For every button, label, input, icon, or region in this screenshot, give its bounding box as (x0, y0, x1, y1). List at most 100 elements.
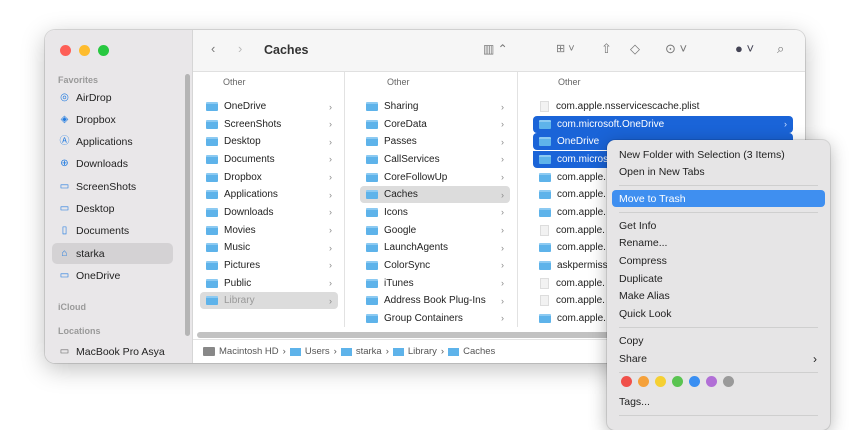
sidebar-item-desktop[interactable]: ▭ Desktop (52, 199, 173, 220)
folder-icon (448, 347, 460, 356)
back-button[interactable]: ‹ (211, 41, 215, 56)
favorites-header: Favorites (58, 75, 99, 85)
chevron-right-icon: › (329, 260, 332, 271)
chevron-right-icon: › (501, 189, 504, 200)
list-item[interactable]: ScreenShots › (200, 116, 338, 133)
folder-icon (366, 190, 378, 200)
menu-item-duplicate[interactable]: Duplicate (612, 270, 825, 287)
minimize-button[interactable] (79, 45, 90, 56)
laptop-icon: ▭ (59, 345, 70, 357)
sidebar-item-macbook[interactable]: ▭ MacBook Pro Asya (52, 341, 173, 362)
path-item[interactable]: Macintosh HD (219, 346, 279, 357)
sidebar-item-screenshots[interactable]: ▭ ScreenShots (52, 176, 173, 197)
chevron-right-icon: › (501, 154, 504, 165)
list-item[interactable]: Dropbox › (200, 169, 338, 186)
tag-color-dot[interactable] (723, 376, 734, 387)
list-item[interactable]: ColorSync › (360, 257, 510, 274)
tag-icon[interactable]: ◇ (630, 41, 640, 57)
list-item[interactable]: com.microsoft.OneDrive › (533, 115, 793, 133)
chevron-right-icon: › (329, 189, 332, 200)
account-icon[interactable]: ● ˅ (735, 41, 754, 56)
menu-item-move-to-trash[interactable]: Move to Trash (612, 190, 825, 208)
menu-item-get-info[interactable]: Get Info (612, 217, 825, 234)
file-icon (540, 101, 549, 112)
menu-item-copy[interactable]: Copy (612, 332, 825, 349)
sidebar-item-documents[interactable]: ▯ Documents (52, 221, 173, 242)
folder-icon (366, 296, 378, 306)
list-item[interactable]: Sharing › (360, 98, 510, 115)
list-item[interactable]: Public › (200, 275, 338, 292)
tag-color-dot[interactable] (655, 376, 666, 387)
list-item[interactable]: Downloads › (200, 204, 338, 221)
list-item[interactable]: iTunes › (360, 275, 510, 292)
menu-item-make-alias[interactable]: Make Alias (612, 288, 825, 305)
path-item[interactable]: Library (408, 346, 437, 357)
close-button[interactable] (60, 45, 71, 56)
menu-separator (619, 185, 818, 187)
chevron-right-icon: › (385, 346, 389, 357)
more-icon[interactable]: ⊙ ˅ (665, 41, 687, 57)
folder-icon (366, 207, 378, 217)
sidebar-item-onedrive[interactable]: ▭ OneDrive (52, 265, 173, 286)
chevron-right-icon: › (333, 346, 337, 357)
list-item[interactable]: com.apple.nsservicescache.plist (533, 98, 793, 115)
folder-icon (539, 260, 551, 270)
sidebar-item-starka[interactable]: ⌂ starka (52, 243, 173, 265)
share-icon[interactable]: ⇧ (601, 41, 612, 57)
list-item[interactable]: Passes › (360, 133, 510, 150)
list-item[interactable]: Group Containers › (360, 310, 510, 327)
list-item[interactable]: OneDrive › (200, 98, 338, 115)
tag-color-dot[interactable] (706, 376, 717, 387)
list-item[interactable]: Applications › (200, 186, 338, 203)
menu-item-rename[interactable]: Rename... (612, 235, 825, 252)
zoom-button[interactable] (98, 45, 109, 56)
tag-color-dot[interactable] (689, 376, 700, 387)
group-icon[interactable]: ⊞ ˅ (556, 42, 575, 55)
forward-button[interactable]: › (238, 41, 242, 56)
list-item[interactable]: CallServices › (360, 151, 510, 168)
list-item[interactable]: Desktop › (200, 133, 338, 150)
folder-icon (539, 190, 551, 200)
list-item[interactable]: Address Book Plug-Ins › (360, 292, 510, 309)
menu-item-quick-look[interactable]: Quick Look (612, 306, 825, 323)
list-item[interactable]: Icons › (360, 204, 510, 221)
tag-color-dot[interactable] (672, 376, 683, 387)
chevron-right-icon: › (784, 119, 787, 130)
folder-icon (366, 313, 378, 323)
folder-icon (206, 278, 218, 288)
tag-color-dot[interactable] (638, 376, 649, 387)
list-item[interactable]: Movies › (200, 222, 338, 239)
menu-item-share[interactable]: Share › (612, 350, 825, 367)
path-item[interactable]: Caches (463, 346, 495, 357)
folder-icon (366, 278, 378, 288)
list-item[interactable]: LaunchAgents › (360, 239, 510, 256)
menu-item-compress[interactable]: Compress (612, 253, 825, 270)
sidebar-item-dropbox[interactable]: ◈ Dropbox (52, 109, 173, 130)
menu-item-new-folder-with-selection-3-items[interactable]: New Folder with Selection (3 Items) (612, 146, 825, 163)
list-item[interactable]: CoreData › (360, 116, 510, 133)
column-header: Other (223, 77, 246, 87)
list-item[interactable]: Documents › (200, 151, 338, 168)
folder-icon (206, 225, 218, 235)
sidebar-item-airdrop[interactable]: ◎ AirDrop (52, 87, 173, 108)
menu-item-open-in-new-tabs[interactable]: Open in New Tabs (612, 164, 825, 181)
sidebar-scrollbar[interactable] (185, 74, 190, 336)
path-item[interactable]: Users (305, 346, 330, 357)
menu-item-tags[interactable]: Tags... (612, 393, 825, 410)
list-item[interactable]: Caches › (360, 186, 510, 204)
path-item[interactable]: starka (356, 346, 382, 357)
list-item[interactable]: Google › (360, 222, 510, 239)
column-view-icon[interactable]: ▥ ⌃ (483, 42, 508, 56)
list-item[interactable]: CoreFollowUp › (360, 169, 510, 186)
context-menu: New Folder with Selection (3 Items) Open … (607, 140, 830, 430)
search-icon[interactable]: ⌕ (777, 41, 784, 57)
list-item[interactable]: Library › (200, 292, 338, 310)
sidebar-item-downloads[interactable]: ⊕ Downloads (52, 154, 173, 175)
tag-color-dot[interactable] (621, 376, 632, 387)
folder-icon (366, 119, 378, 129)
chevron-right-icon: › (501, 313, 504, 324)
list-item[interactable]: Pictures › (200, 257, 338, 274)
list-item[interactable]: Music › (200, 239, 338, 256)
sidebar-item-applications[interactable]: Ⓐ Applications (52, 132, 173, 153)
folder-icon (392, 347, 404, 356)
